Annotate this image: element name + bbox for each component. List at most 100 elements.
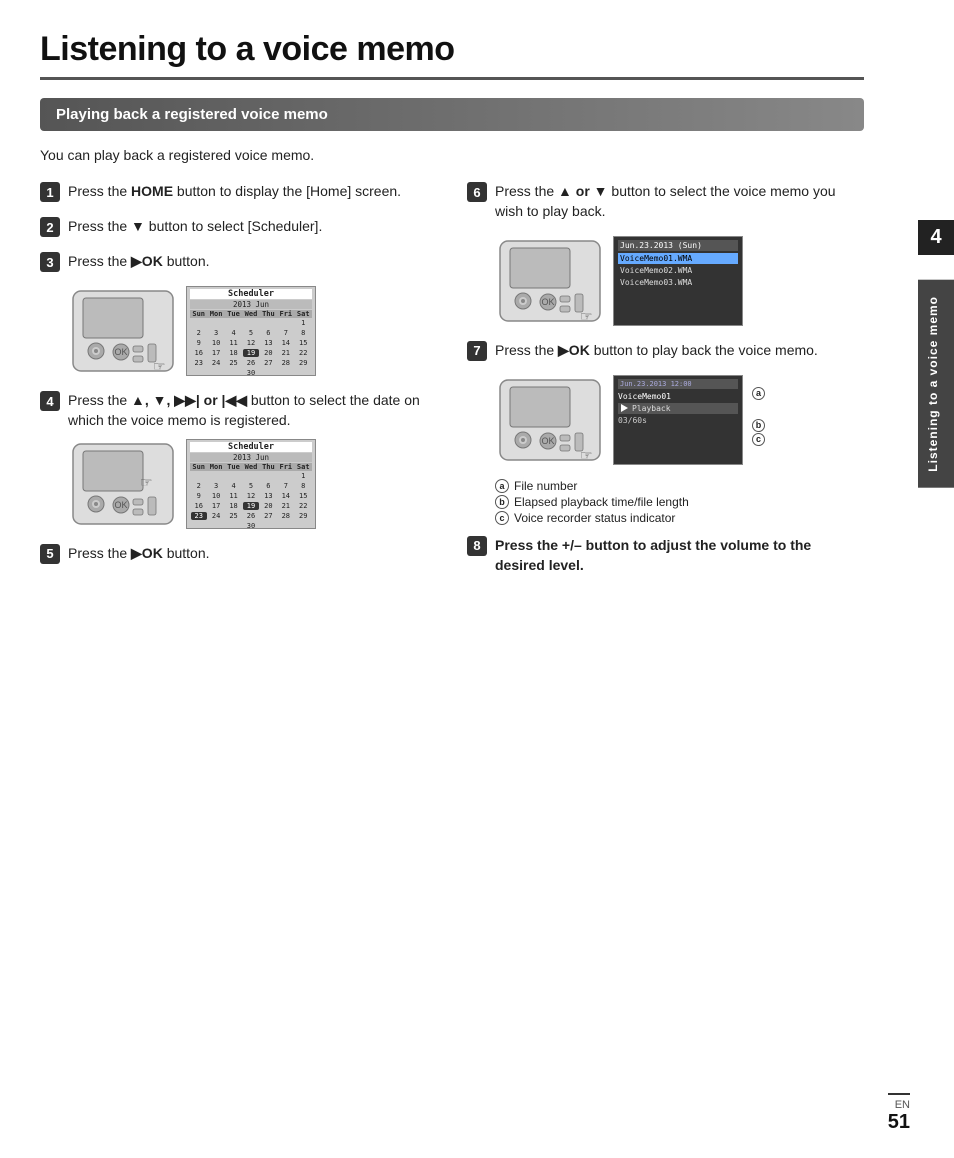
step-num-6: 6 xyxy=(467,182,487,202)
sched-row-6: 30 xyxy=(190,368,312,376)
sched-header-row-2: SunMonTueWedThuFriSat xyxy=(190,463,312,471)
step-num-8: 8 xyxy=(467,536,487,556)
step-6-symbol: ▲ or ▼ xyxy=(558,183,608,199)
playback-content: Jun.23.2013 12:00 VoiceMemo01 Playback 0… xyxy=(614,376,742,464)
pb-time: 03/60s xyxy=(618,416,738,425)
step-8: 8 Press the +/– button to adjust the vol… xyxy=(467,535,864,576)
step-num-1: 1 xyxy=(40,182,60,202)
step-num-3: 3 xyxy=(40,252,60,272)
sched-content-1: Scheduler 2013 Jun Sun Mon Tue Wed Thu F… xyxy=(187,287,315,375)
pb-filename: VoiceMemo01 xyxy=(618,392,738,401)
two-column-layout: 1 Press the HOME button to display the [… xyxy=(40,181,864,589)
sched-row-2: 2345678 xyxy=(190,328,312,338)
sched-header-row: Sun Mon Tue Wed Thu Fri Sat xyxy=(190,310,312,318)
sched-wed: Wed xyxy=(245,310,258,318)
page-label: EN xyxy=(888,1099,910,1111)
callout-a: a xyxy=(752,387,765,400)
side-tab: Listening to a voice memo xyxy=(918,280,954,488)
step-1-keyword: HOME xyxy=(131,183,173,199)
chapter-number: 4 xyxy=(918,220,954,255)
step-2: 2 Press the ▼ button to select [Schedule… xyxy=(40,216,437,237)
sched-subtitle-1: 2013 Jun xyxy=(190,300,312,309)
playback-screen-wrap: Jun.23.2013 12:00 VoiceMemo01 Playback 0… xyxy=(613,375,743,465)
step-8-main: Press the +/– button to adjust the volum… xyxy=(495,537,811,573)
annotation-c: c Voice recorder status indicator xyxy=(495,511,864,525)
annotation-b: b Elapsed playback time/file length xyxy=(495,495,864,509)
annotation-c-circle: c xyxy=(495,511,509,525)
sched-content-2: Scheduler 2013 Jun SunMonTueWedThuFriSat… xyxy=(187,440,315,528)
page-divider xyxy=(888,1093,910,1095)
step-8-text: Press the +/– button to adjust the volum… xyxy=(495,535,864,576)
memo-item-1: VoiceMemo01.WMA xyxy=(618,253,738,264)
left-column: 1 Press the HOME button to display the [… xyxy=(40,181,437,589)
scheduler-screen-2: Scheduler 2013 Jun SunMonTueWedThuFriSat… xyxy=(186,439,316,529)
step-3-symbol: ▶OK xyxy=(131,253,163,269)
step-6: 6 Press the ▲ or ▼ button to select the … xyxy=(467,181,864,222)
svg-text:☞: ☞ xyxy=(140,474,153,490)
svg-text:OK: OK xyxy=(541,297,554,307)
svg-text:OK: OK xyxy=(114,500,127,510)
annotation-a-text: File number xyxy=(514,479,577,493)
memo-date: Jun.23.2013 (Sun) xyxy=(618,240,738,251)
svg-text:OK: OK xyxy=(114,347,127,357)
device-svg-step3: OK ☞ xyxy=(68,286,178,376)
memo-item-3: VoiceMemo03.WMA xyxy=(618,277,738,288)
step-1: 1 Press the HOME button to display the [… xyxy=(40,181,437,202)
annotations: a File number b Elapsed playback time/fi… xyxy=(495,479,864,525)
sched-row-1: 1 xyxy=(190,318,312,328)
memo-list-content: Jun.23.2013 (Sun) VoiceMemo01.WMA VoiceM… xyxy=(614,237,742,325)
device-svg-step4: OK ☞ xyxy=(68,439,178,529)
step-7: 7 Press the ▶OK button to play back the … xyxy=(467,340,864,361)
sched-row-3: 9101112131415 xyxy=(190,338,312,348)
section-header: Playing back a registered voice memo xyxy=(40,98,864,131)
memo-item-2: VoiceMemo02.WMA xyxy=(618,265,738,276)
step-5-text: Press the ▶OK button. xyxy=(68,543,210,563)
memo-list-screen: Jun.23.2013 (Sun) VoiceMemo01.WMA VoiceM… xyxy=(613,236,743,326)
intro-text: You can play back a registered voice mem… xyxy=(40,147,864,163)
device-svg-step7: OK ☞ xyxy=(495,375,605,465)
device-svg-step6: OK ☞ xyxy=(495,236,605,326)
sched-row-5: 23242526272829 xyxy=(190,358,312,368)
playback-screen: Jun.23.2013 12:00 VoiceMemo01 Playback 0… xyxy=(613,375,743,465)
svg-text:☞: ☞ xyxy=(153,358,166,374)
step-5-symbol: ▶OK xyxy=(131,545,163,561)
sched-tue: Tue xyxy=(227,310,240,318)
page-num: 51 xyxy=(888,1111,910,1134)
step-2-symbol: ▼ xyxy=(131,218,145,234)
step-5: 5 Press the ▶OK button. xyxy=(40,543,437,564)
sched-mon: Mon xyxy=(210,310,223,318)
pb-play-label: Playback xyxy=(632,404,671,413)
annotation-b-text: Elapsed playback time/file length xyxy=(514,495,689,509)
sched-title-1: Scheduler xyxy=(190,289,312,299)
step-7-text: Press the ▶OK button to play back the vo… xyxy=(495,340,818,360)
step-7-symbol: ▶OK xyxy=(558,342,590,358)
pb-play-row: Playback xyxy=(618,403,738,414)
sched-thu: Thu xyxy=(262,310,275,318)
annotation-b-circle: b xyxy=(495,495,509,509)
play-icon xyxy=(621,404,628,412)
right-column: 6 Press the ▲ or ▼ button to select the … xyxy=(467,181,864,589)
step-num-7: 7 xyxy=(467,341,487,361)
step-2-text: Press the ▼ button to select [Scheduler]… xyxy=(68,216,322,236)
page-number-area: EN 51 xyxy=(888,1093,910,1134)
callout-c: c xyxy=(752,433,765,446)
sched-title-2: Scheduler xyxy=(190,442,312,452)
scheduler-screen-1: Scheduler 2013 Jun Sun Mon Tue Wed Thu F… xyxy=(186,286,316,376)
step-4: 4 Press the ▲, ▼, ▶▶| or |◀◀ button to s… xyxy=(40,390,437,431)
sched-row-4: 16171819202122 xyxy=(190,348,312,358)
pb-header: Jun.23.2013 12:00 xyxy=(618,379,738,389)
annotation-a-circle: a xyxy=(495,479,509,493)
step-3-text: Press the ▶OK button. xyxy=(68,251,210,271)
sched-sun: Sun xyxy=(192,310,205,318)
step-num-4: 4 xyxy=(40,391,60,411)
step-1-text: Press the HOME button to display the [Ho… xyxy=(68,181,401,201)
step-num-2: 2 xyxy=(40,217,60,237)
annotation-c-text: Voice recorder status indicator xyxy=(514,511,675,525)
sched-sat: Sat xyxy=(297,310,310,318)
step-4-text: Press the ▲, ▼, ▶▶| or |◀◀ button to sel… xyxy=(68,390,437,431)
svg-text:OK: OK xyxy=(541,436,554,446)
step-3: 3 Press the ▶OK button. xyxy=(40,251,437,272)
main-content: Listening to a voice memo Playing back a… xyxy=(0,0,954,619)
sched-subtitle-2: 2013 Jun xyxy=(190,453,312,462)
page-title: Listening to a voice memo xyxy=(40,30,864,80)
